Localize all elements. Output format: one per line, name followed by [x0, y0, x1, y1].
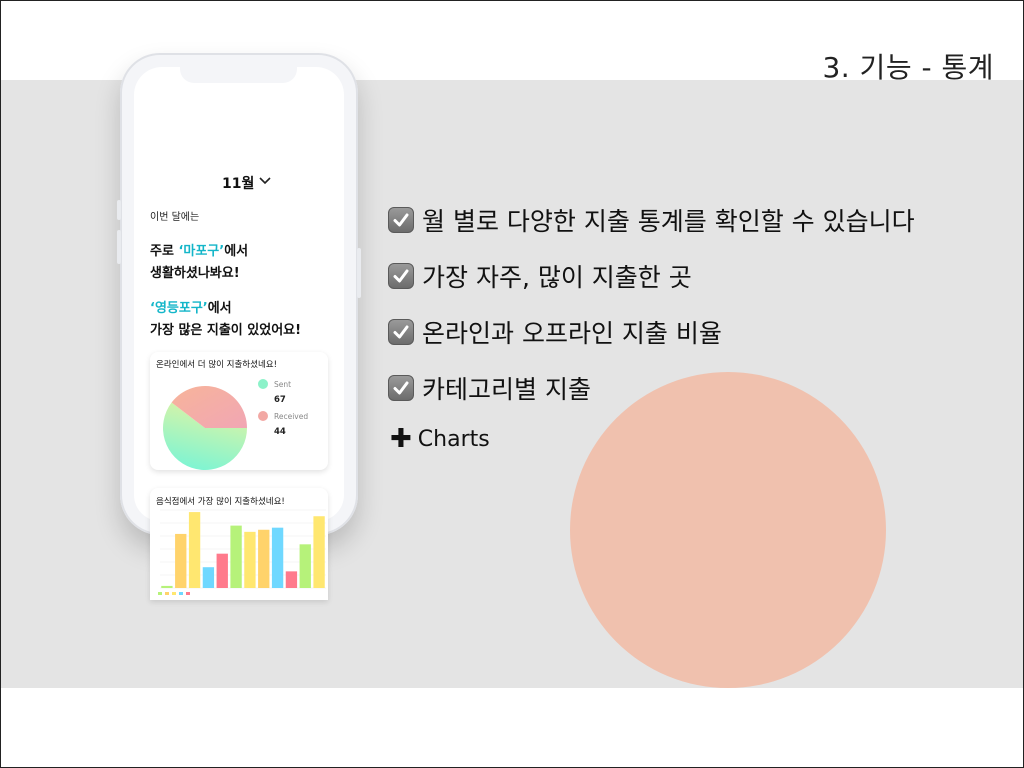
feature-item: 온라인과 오프라인 지출 비율 [388, 317, 722, 348]
bar[interactable] [244, 531, 256, 588]
legend-swatch [186, 592, 190, 595]
district-highlight: ‘마포구’ [178, 244, 225, 259]
district-highlight: ‘영등포구’ [150, 301, 208, 316]
bar[interactable] [216, 553, 228, 588]
phone-notch [180, 67, 297, 83]
bar[interactable] [299, 544, 311, 588]
pie-chart [163, 386, 247, 471]
checkbox-checked-icon [388, 263, 414, 289]
legend-swatch [158, 592, 162, 595]
legend-value-sent: 67 [274, 395, 286, 405]
bar[interactable] [285, 571, 298, 588]
legend-value-received: 44 [274, 427, 286, 437]
legend-label-sent: Sent [274, 380, 292, 389]
legend-swatch-received [258, 411, 268, 421]
feature-text: 온라인과 오프라인 지출 비율 [422, 319, 722, 348]
feature-item: 월 별로 다양한 지출 통계를 확인할 수 있습니다 [388, 205, 915, 236]
checkbox-checked-icon [388, 319, 414, 345]
bar[interactable] [258, 529, 270, 588]
legend-swatch [165, 592, 169, 595]
legend-swatch-sent [258, 379, 268, 389]
bar[interactable] [175, 533, 187, 588]
feature-text: 월 별로 다양한 지출 통계를 확인할 수 있습니다 [422, 207, 915, 236]
pie-chart-title: 온라인에서 더 많이 지출하셨네요! [156, 360, 277, 370]
bar[interactable] [161, 585, 173, 588]
feature-text: 가장 자주, 많이 지출한 곳 [422, 263, 692, 292]
phone-side-button [117, 230, 121, 264]
plus-icon: ✚ [390, 424, 412, 454]
bar-chart [158, 509, 326, 595]
feature-item: 카테고리별 지출 [388, 373, 591, 404]
insight-prefix: 주로 [150, 244, 179, 259]
insight-message-2: ‘영등포구’에서 [150, 297, 232, 316]
bar[interactable] [188, 512, 201, 588]
checkbox-checked-icon [388, 207, 414, 233]
insight-message-1: 주로 ‘마포구’에서 [150, 240, 248, 259]
checkbox-checked-icon [388, 375, 414, 401]
bar[interactable] [230, 525, 242, 588]
bar[interactable] [271, 527, 284, 588]
extra-feature-text: Charts [417, 426, 490, 452]
chevron-down-icon[interactable] [259, 174, 271, 188]
bar[interactable] [313, 516, 325, 588]
phone-side-button [357, 248, 361, 298]
legend-swatch [172, 592, 176, 595]
feature-item: 가장 자주, 많이 지출한 곳 [388, 261, 692, 292]
extra-feature-item: ✚ Charts [390, 426, 490, 452]
month-selector[interactable]: 11월 [222, 173, 254, 193]
insight-message-1-line2: 생활하셨나봐요! [150, 266, 240, 281]
decorative-circle [570, 372, 886, 688]
phone-side-button [117, 200, 121, 220]
legend-label-received: Received [274, 412, 309, 421]
insight-suffix: 에서 [207, 301, 232, 316]
bar[interactable] [202, 567, 215, 588]
insight-suffix: 에서 [224, 244, 249, 259]
legend-swatch [179, 592, 183, 595]
intro-text: 이번 달에는 [150, 212, 200, 223]
bar-chart-title: 음식점에서 가장 많이 지출하셨네요! [156, 497, 285, 507]
feature-text: 카테고리별 지출 [422, 375, 591, 404]
insight-message-2-line2: 가장 많은 지출이 있었어요! [150, 323, 302, 338]
